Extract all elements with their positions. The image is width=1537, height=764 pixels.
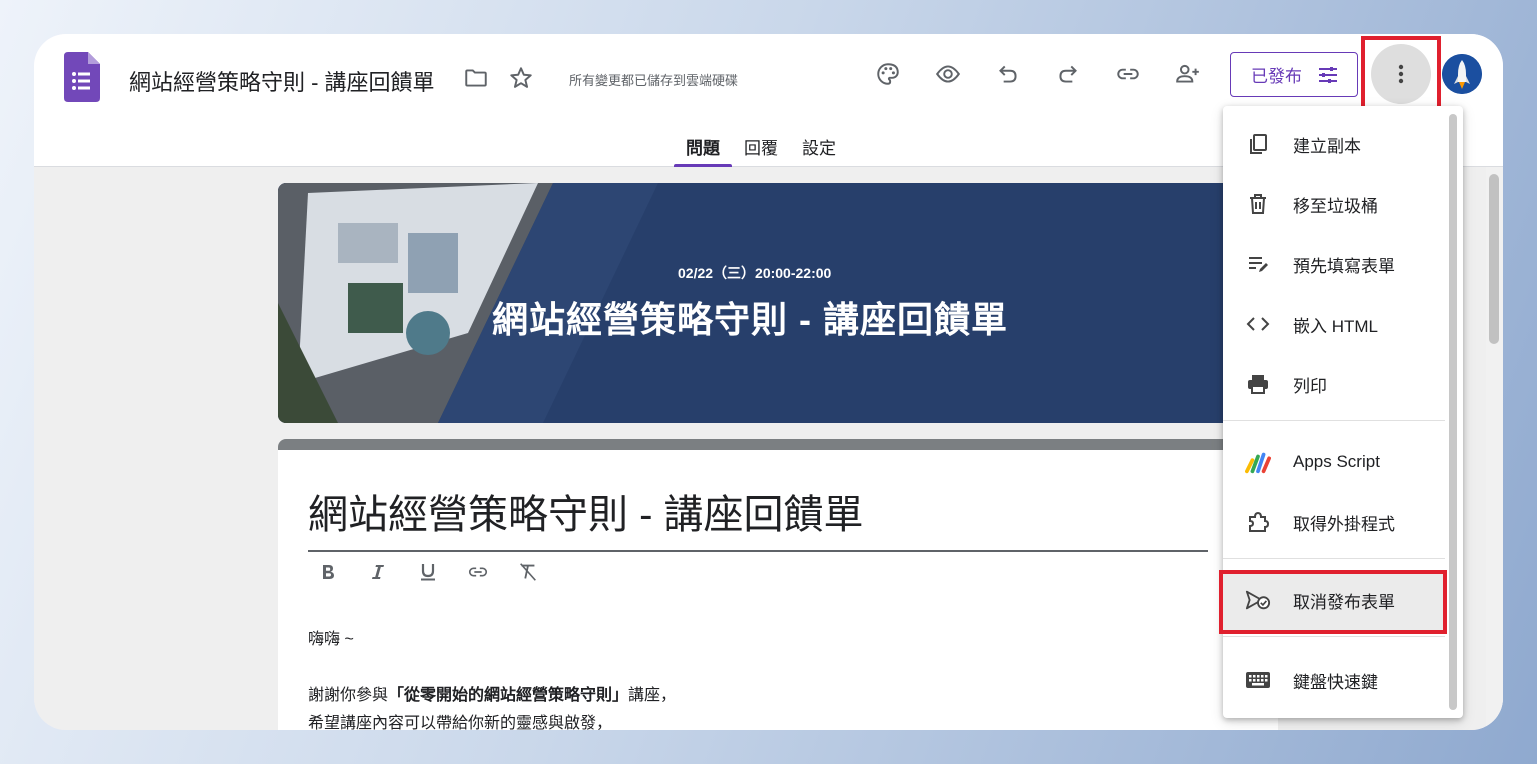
menu-item-label: Apps Script xyxy=(1293,452,1380,471)
move-to-folder-icon[interactable] xyxy=(456,58,496,98)
rocket-avatar-icon xyxy=(1442,54,1482,94)
menu-separator xyxy=(1223,558,1445,559)
menu-item-move-to-trash[interactable]: 移至垃圾桶 xyxy=(1223,174,1445,234)
menu-item-label: 鍵盤快速鍵 xyxy=(1293,672,1378,692)
keyboard-icon xyxy=(1245,667,1271,693)
apps-script-icon xyxy=(1245,449,1271,475)
tab-responses[interactable]: 回覆 xyxy=(732,131,790,167)
menu-item-apps-script[interactable]: Apps Script xyxy=(1223,432,1445,492)
description-text: 講座， xyxy=(628,687,677,704)
form-title-card: 網站經營策略守則 - 講座回饋單 嗨嗨 ~ 謝謝你參與「從零開始的網站經營策略守… xyxy=(278,439,1278,730)
header-banner-image: 02/22（三）20:00-22:00 網站經營策略守則 - 講座回饋單 xyxy=(278,183,1278,423)
menu-item-prefill-form[interactable]: 預先填寫表單 xyxy=(1223,234,1445,294)
menu-item-print[interactable]: 列印 xyxy=(1223,354,1445,414)
menu-item-label: 預先填寫表單 xyxy=(1293,256,1395,276)
star-icon[interactable] xyxy=(501,58,541,98)
copy-icon xyxy=(1245,131,1271,157)
description-bold-text: 「從零開始的網站經營策略守則」 xyxy=(388,687,629,704)
more-button-highlight-box xyxy=(1361,36,1441,114)
banner-date: 02/22（三）20:00-22:00 xyxy=(678,265,832,281)
prefill-icon xyxy=(1245,251,1271,277)
menu-item-label: 列印 xyxy=(1293,376,1327,396)
menu-item-embed-html[interactable]: 嵌入 HTML xyxy=(1223,294,1445,354)
menu-item-label: 建立副本 xyxy=(1293,136,1361,156)
published-label: 已發布 xyxy=(1251,67,1302,86)
page-scrollbar-thumb[interactable] xyxy=(1489,174,1499,344)
preview-eye-icon[interactable] xyxy=(928,54,968,94)
description-line: 希望講座內容可以帶給你新的靈感與啟發， xyxy=(308,715,613,730)
description-line: 謝謝你參與「從零開始的網站經營策略守則」講座， xyxy=(308,682,676,710)
save-status: 所有變更都已儲存到雲端硬碟 xyxy=(569,73,739,88)
bold-icon[interactable] xyxy=(314,558,342,586)
forms-window: 網站經營策略守則 - 講座回饋單 所有變更都已儲存到雲端硬碟 已發布 問題 回覆… xyxy=(34,34,1503,730)
document-title[interactable]: 網站經營策略守則 - 講座回饋單 xyxy=(129,65,435,97)
menu-item-label: 移至垃圾桶 xyxy=(1293,196,1378,216)
google-forms-logo-icon[interactable] xyxy=(64,52,100,102)
description-line: 嗨嗨 ~ xyxy=(308,631,354,648)
menu-separator xyxy=(1223,636,1445,637)
published-button[interactable]: 已發布 xyxy=(1230,52,1358,97)
description-text: 謝謝你參與 xyxy=(308,687,389,704)
tab-bar: 問題 回覆 設定 xyxy=(674,131,848,167)
palette-icon[interactable] xyxy=(868,54,908,94)
menu-item-label: 嵌入 HTML xyxy=(1293,316,1378,336)
italic-icon[interactable] xyxy=(364,558,392,586)
undo-icon[interactable] xyxy=(988,54,1028,94)
redo-icon[interactable] xyxy=(1048,54,1088,94)
menu-item-get-addons[interactable]: 取得外掛程式 xyxy=(1223,492,1445,552)
description-blank-line xyxy=(308,654,676,682)
puzzle-icon xyxy=(1245,509,1271,535)
menu-scrollbar[interactable] xyxy=(1449,114,1457,710)
link-icon[interactable] xyxy=(1108,54,1148,94)
code-icon xyxy=(1245,311,1271,337)
form-title-input[interactable]: 網站經營策略守則 - 講座回饋單 xyxy=(308,482,1208,552)
menu-item-make-copy[interactable]: 建立副本 xyxy=(1223,114,1445,174)
user-avatar[interactable] xyxy=(1442,54,1482,94)
menu-item-keyboard-shortcuts[interactable]: 鍵盤快速鍵 xyxy=(1223,650,1445,710)
format-toolbar xyxy=(314,558,542,586)
print-icon xyxy=(1245,371,1271,397)
tab-questions[interactable]: 問題 xyxy=(674,131,732,167)
underline-icon[interactable] xyxy=(414,558,442,586)
add-collaborator-icon[interactable] xyxy=(1168,54,1208,94)
menu-item-label: 取得外掛程式 xyxy=(1293,514,1395,534)
banner-title: 網站經營策略守則 - 講座回饋單 xyxy=(492,299,1008,340)
unpublish-highlight-box xyxy=(1219,570,1447,634)
form-description[interactable]: 嗨嗨 ~ 謝謝你參與「從零開始的網站經營策略守則」講座， 希望講座內容可以帶給你… xyxy=(308,626,676,730)
clear-formatting-icon[interactable] xyxy=(514,558,542,586)
publish-settings-icon xyxy=(1319,67,1337,83)
trash-icon xyxy=(1245,191,1271,217)
tab-settings[interactable]: 設定 xyxy=(790,131,848,167)
insert-link-icon[interactable] xyxy=(464,558,492,586)
menu-separator xyxy=(1223,420,1445,421)
